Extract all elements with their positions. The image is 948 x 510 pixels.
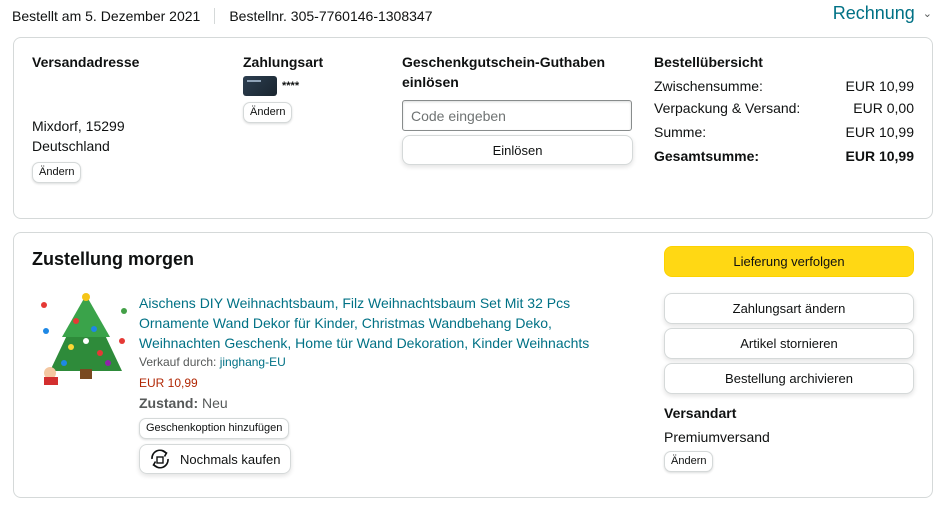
- summary-total-value: EUR 10,99: [845, 148, 914, 164]
- summary-label: Summe:: [654, 124, 707, 140]
- buy-again-icon: [148, 448, 172, 470]
- gift-code-input[interactable]: [402, 100, 632, 131]
- shipping-address-line2: Deutschland: [32, 138, 110, 154]
- credit-card-icon: [243, 76, 277, 96]
- shipping-method-value: Premiumversand: [664, 429, 770, 445]
- seller-link[interactable]: jinghang-EU: [220, 355, 286, 369]
- summary-total-label: Gesamtsumme:: [654, 148, 760, 164]
- product-image[interactable]: [36, 291, 130, 385]
- summary-value: EUR 10,99: [845, 124, 914, 140]
- summary-heading: Bestellübersicht: [654, 54, 763, 70]
- product-price: EUR 10,99: [139, 376, 198, 390]
- buy-again-label: Nochmals kaufen: [180, 451, 281, 467]
- shipping-address-heading: Versandadresse: [32, 54, 140, 70]
- change-payment-button[interactable]: Ändern: [243, 102, 293, 123]
- summary-total-row: Gesamtsumme: EUR 10,99: [654, 146, 914, 168]
- shipment-panel: Zustellung morgen Aischens DIY Weihnacht…: [13, 232, 933, 498]
- archive-order-button[interactable]: Bestellung archivieren: [664, 363, 914, 394]
- order-info-panel: Versandadresse Mixdorf, 15299 Deutschlan…: [13, 37, 933, 219]
- cancel-item-button[interactable]: Artikel stornieren: [664, 328, 914, 359]
- card-mask: ****: [282, 80, 300, 92]
- change-address-button[interactable]: Ändern: [32, 162, 82, 183]
- add-gift-option-button[interactable]: Geschenkoption hinzufügen: [139, 418, 290, 439]
- order-date: Bestellt am 5. Dezember 2021: [12, 8, 201, 24]
- payment-heading: Zahlungsart: [243, 54, 324, 70]
- condition-value: Neu: [202, 395, 228, 411]
- order-header: Bestellt am 5. Dezember 2021 Bestellnr. …: [12, 6, 433, 26]
- invoice-label: Rechnung: [832, 3, 915, 23]
- invoice-dropdown[interactable]: Rechnung ⌄: [833, 3, 932, 24]
- header-divider: [214, 8, 216, 24]
- seller-prefix: Verkauf durch:: [139, 355, 220, 369]
- delivery-status-title: Zustellung morgen: [32, 249, 194, 269]
- track-delivery-button[interactable]: Lieferung verfolgen: [664, 246, 914, 277]
- condition-line: Zustand: Neu: [139, 393, 228, 413]
- gift-card-heading-line1: Geschenkgutschein-Guthaben: [402, 54, 606, 70]
- gift-card-heading: Geschenkgutschein-Guthaben einlösen: [402, 52, 605, 92]
- summary-row: Verpackung & Versand: EUR 0,00: [654, 98, 914, 120]
- chevron-down-icon: ⌄: [922, 8, 932, 20]
- product-title-link[interactable]: Aischens DIY Weihnachtsbaum, Filz Weihna…: [139, 293, 609, 353]
- summary-label: Zwischensumme:: [654, 78, 763, 94]
- shipping-address-section: Versandadresse: [32, 52, 139, 72]
- redeem-button[interactable]: Einlösen: [402, 135, 633, 165]
- condition-label: Zustand:: [139, 395, 199, 411]
- seller-line: Verkauf durch: jinghang-EU: [139, 355, 286, 369]
- change-shipping-method-button[interactable]: Ändern: [664, 451, 714, 472]
- payment-card: ****: [243, 76, 299, 96]
- summary-value: EUR 0,00: [853, 100, 914, 116]
- buy-again-button[interactable]: Nochmals kaufen: [139, 444, 292, 474]
- shipping-method-heading: Versandart: [664, 405, 737, 421]
- christmas-tree-icon: [36, 291, 130, 385]
- summary-table: Zwischensumme: EUR 10,99 Verpackung & Ve…: [654, 76, 914, 168]
- gift-card-heading-line2: einlösen: [402, 74, 459, 90]
- shipping-address-line1: Mixdorf, 15299: [32, 118, 125, 134]
- summary-row: Zwischensumme: EUR 10,99: [654, 76, 914, 98]
- summary-label: Verpackung & Versand:: [654, 100, 801, 116]
- change-payment-method-button[interactable]: Zahlungsart ändern: [664, 293, 914, 324]
- order-number: Bestellnr. 305-7760146-1308347: [229, 8, 433, 24]
- summary-value: EUR 10,99: [845, 78, 914, 94]
- summary-row: Summe: EUR 10,99: [654, 122, 914, 144]
